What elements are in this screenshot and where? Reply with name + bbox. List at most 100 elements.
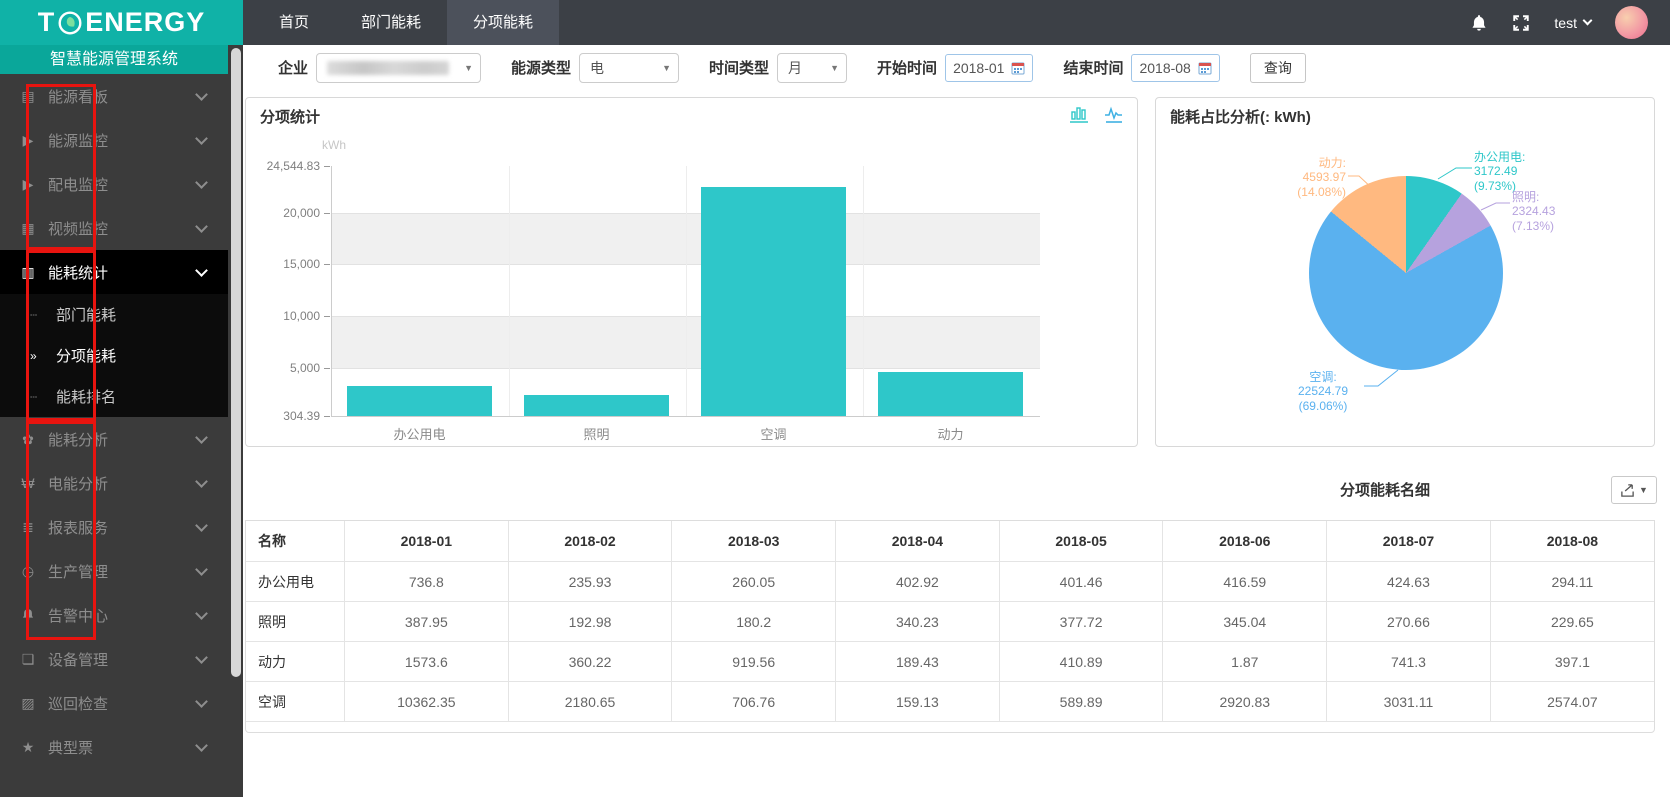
sidebar-item-12[interactable]: ★典型票 xyxy=(0,725,228,769)
sidebar-menu: ▤能源看板▶能源监控▶配电监控▦视频监控▥能耗统计┄部门能耗»分项能耗┄能耗排名… xyxy=(0,74,243,769)
sidebar-item-0[interactable]: ▤能源看板 xyxy=(0,74,228,118)
sidebar-item-label: 能耗统计 xyxy=(48,262,108,283)
sidebar-scrollbar-thumb[interactable] xyxy=(231,48,241,677)
star-icon: ★ xyxy=(18,739,38,756)
table-column-header: 2018-08 xyxy=(1490,521,1654,562)
app-subtitle: 智慧能源管理系统 xyxy=(0,45,228,74)
company-select[interactable]: ▼ xyxy=(316,53,481,83)
time-type-select[interactable]: 月 ▼ xyxy=(777,53,847,83)
bar-空调[interactable] xyxy=(701,187,846,416)
bar-办公用电[interactable] xyxy=(347,386,492,416)
bar-照明[interactable] xyxy=(524,395,669,416)
value-cell: 360.22 xyxy=(508,642,672,682)
chart-type-toggles xyxy=(1069,104,1125,124)
dashboard-icon: ▤ xyxy=(18,88,38,105)
value-cell: 2920.83 xyxy=(1163,682,1327,722)
value-cell: 180.2 xyxy=(672,602,836,642)
sidebar-item-1[interactable]: ▶能源监控 xyxy=(0,118,228,162)
tab-3[interactable]: 分项能耗 xyxy=(447,0,559,45)
chevron-down-icon xyxy=(195,475,208,488)
sidebar-item-6[interactable]: ₩电能分析 xyxy=(0,461,228,505)
company-label: 企业 xyxy=(278,57,308,78)
image-icon: ▨ xyxy=(18,695,38,712)
x-axis-label: 动力 xyxy=(862,424,1039,443)
logo-leaf-icon xyxy=(57,10,83,36)
value-cell: 192.98 xyxy=(508,602,672,642)
won-icon: ₩ xyxy=(18,475,38,491)
avatar[interactable] xyxy=(1615,6,1648,39)
start-date-value: 2018-01 xyxy=(953,60,1004,76)
sidebar-item-9[interactable]: 告警中心 xyxy=(0,593,228,637)
sidebar-item-3[interactable]: ▦视频监控 xyxy=(0,206,228,250)
y-axis-tick-label: 304.39 xyxy=(246,409,320,423)
time-type-label: 时间类型 xyxy=(709,57,769,78)
bar-chart-toggle-icon[interactable] xyxy=(1069,104,1091,124)
tree-dash-icon: ┄ xyxy=(30,390,56,404)
chevron-down-icon xyxy=(1583,16,1593,26)
end-date-value: 2018-08 xyxy=(1139,60,1190,76)
sidebar-item-label: 能源监控 xyxy=(48,130,108,151)
y-axis-tick-label: 10,000 xyxy=(246,309,320,323)
chevron-down-icon xyxy=(195,132,208,145)
export-icon xyxy=(1620,483,1635,498)
top-bar: T ENERGY 首页部门能耗分项能耗 test xyxy=(0,0,1670,45)
tab-2[interactable]: 部门能耗 xyxy=(335,0,447,45)
pie-label-空调: 空调:22524.79(69.06%) xyxy=(1284,370,1362,413)
value-cell: 736.8 xyxy=(345,562,509,602)
tab-1[interactable]: 首页 xyxy=(253,0,335,45)
line-chart-toggle-icon[interactable] xyxy=(1103,104,1125,124)
table-column-header: 名称 xyxy=(246,521,345,562)
table-column-header: 2018-07 xyxy=(1327,521,1491,562)
table-title: 分项能耗名细 xyxy=(1340,479,1430,500)
energy-type-select[interactable]: 电 ▼ xyxy=(579,53,679,83)
sidebar-item-5[interactable]: ✿能耗分析 xyxy=(0,417,228,461)
sidebar-item-11[interactable]: ▨巡回检查 xyxy=(0,681,228,725)
sidebar-item-8[interactable]: ◷生产管理 xyxy=(0,549,228,593)
pie-chart-card: 能耗占比分析(: kWh) 办公用电:3172.49(9.73%) 照明:232… xyxy=(1155,97,1655,447)
page: T ENERGY 首页部门能耗分项能耗 test 智慧能源管理系统 ▤能源看板▶… xyxy=(0,0,1670,797)
y-axis-tick xyxy=(324,416,330,417)
bell-icon[interactable] xyxy=(1470,14,1488,32)
topbar-right: test xyxy=(1470,6,1670,39)
pie-label-照明: 照明:2324.43(7.13%) xyxy=(1512,190,1555,233)
value-cell: 345.04 xyxy=(1163,602,1327,642)
pie-chart[interactable] xyxy=(1309,176,1503,370)
active-arrow-icon: » xyxy=(30,349,56,363)
value-cell: 159.13 xyxy=(836,682,1000,722)
sidebar-item-7[interactable]: ≣报表服务 xyxy=(0,505,228,549)
detail-table: 名称2018-012018-022018-032018-042018-05201… xyxy=(246,521,1654,722)
chevron-down-icon: ▼ xyxy=(662,63,671,73)
chevron-down-icon xyxy=(195,695,208,708)
chevron-down-icon xyxy=(195,607,208,620)
value-cell: 1573.6 xyxy=(345,642,509,682)
camera-icon: ▶ xyxy=(18,176,38,193)
start-date-input[interactable]: 2018-01 xyxy=(945,54,1033,82)
table-header: 名称2018-012018-022018-032018-042018-05201… xyxy=(246,521,1654,562)
sidebar-item-label: 报表服务 xyxy=(48,517,108,538)
sidebar-subitem-1[interactable]: »分项能耗 xyxy=(0,335,228,376)
sidebar-subitem-2[interactable]: ┄能耗排名 xyxy=(0,376,228,417)
sidebar-item-4[interactable]: ▥能耗统计 xyxy=(0,250,228,294)
bar-动力[interactable] xyxy=(878,372,1023,416)
sidebar-item-label: 能耗分析 xyxy=(48,429,108,450)
fullscreen-icon[interactable] xyxy=(1512,14,1530,32)
value-cell: 424.63 xyxy=(1327,562,1491,602)
value-cell: 294.11 xyxy=(1490,562,1654,602)
y-axis-tick-label: 5,000 xyxy=(246,361,320,375)
table-column-header: 2018-02 xyxy=(508,521,672,562)
bar-chart-card: 分项统计 kWh 24,544.8320,00015,00010,0005,00… xyxy=(245,97,1138,447)
value-cell: 340.23 xyxy=(836,602,1000,642)
value-cell: 397.1 xyxy=(1490,642,1654,682)
sidebar-item-2[interactable]: ▶配电监控 xyxy=(0,162,228,206)
sidebar-item-10[interactable]: ❏设备管理 xyxy=(0,637,228,681)
sidebar-subitem-0[interactable]: ┄部门能耗 xyxy=(0,294,228,335)
clock-icon: ◷ xyxy=(18,563,38,580)
value-cell: 387.95 xyxy=(345,602,509,642)
end-date-input[interactable]: 2018-08 xyxy=(1131,54,1219,82)
y-axis-tick xyxy=(324,264,330,265)
export-button[interactable]: ▼ xyxy=(1611,476,1657,504)
user-menu[interactable]: test xyxy=(1554,15,1591,31)
table-row: 照明387.95192.98180.2340.23377.72345.04270… xyxy=(246,602,1654,642)
search-button[interactable]: 查询 xyxy=(1250,53,1306,83)
value-cell: 410.89 xyxy=(999,642,1163,682)
